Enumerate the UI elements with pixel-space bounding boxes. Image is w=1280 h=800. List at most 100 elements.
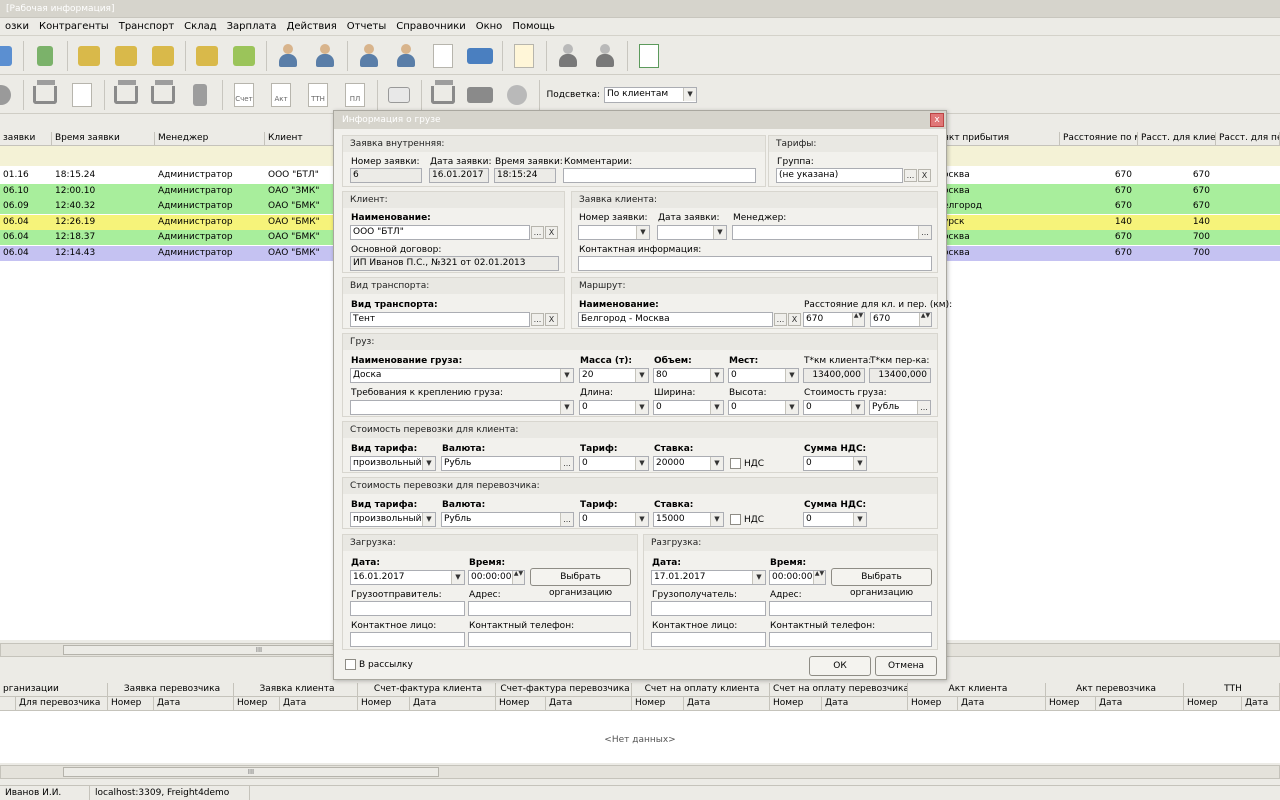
toolbar-button-mail[interactable] [384,80,414,110]
column-group-header[interactable]: Заявка перевозчика [108,683,234,697]
transport-type-field[interactable]: Тент [350,312,530,327]
loading-phone-field[interactable] [468,632,631,647]
carrier-rate-select[interactable]: 15000 ▼ [653,512,724,527]
chevron-down-icon[interactable]: ▼ [853,457,866,470]
chevron-down-icon[interactable]: ▼ [752,571,765,584]
menu-item-references[interactable]: Справочники [391,21,471,32]
toolbar-button-exit[interactable] [30,41,60,71]
toolbar-button-pl[interactable]: ПЛ [340,80,370,110]
unloading-contact-field[interactable] [651,632,766,647]
unloading-date-picker[interactable]: 17.01.2017 ▼ [651,570,766,585]
unloading-phone-field[interactable] [769,632,932,647]
toolbar-button-cart[interactable] [30,79,60,110]
chevron-down-icon[interactable]: ▼ [785,369,798,382]
client-tariff-select[interactable]: 0 ▼ [579,456,649,471]
column-header[interactable]: Дата [958,697,1046,711]
contact-info-field[interactable] [578,256,932,271]
column-header[interactable]: Номер [108,697,154,711]
ok-button[interactable]: ОК [809,656,871,676]
column-group-header[interactable]: ТТН [1184,683,1280,697]
toolbar-button-driver[interactable] [273,41,303,71]
chevron-down-icon[interactable]: ▼ [560,401,573,414]
tariff-group-select-button[interactable]: ... [904,169,917,182]
toolbar-button-cargo[interactable] [111,41,141,71]
toolbar-button-invoice[interactable]: Счет [229,80,259,110]
spin-arrows-icon[interactable]: ▲▼ [852,313,864,326]
toolbar-button-edit[interactable] [509,41,539,71]
cargo-name-select[interactable]: Доска ▼ [350,368,574,383]
column-header[interactable]: Дата [1242,697,1280,711]
client-request-date-select[interactable]: ▼ [657,225,727,240]
column-group-header[interactable]: Счет-фактура перевозчика [496,683,632,697]
column-group-header[interactable]: Счет-фактура клиента [358,683,496,697]
toolbar-button-report[interactable] [502,80,532,110]
client-vat-sum-select[interactable]: 0 ▼ [803,456,867,471]
chevron-down-icon[interactable]: ▼ [710,457,723,470]
carrier-currency-select-button[interactable]: ... [560,513,573,526]
column-header[interactable]: Номер [632,697,684,711]
menu-item-warehouse[interactable]: Склад [179,21,221,32]
spin-arrows-icon[interactable]: ▲▼ [919,313,931,326]
length-select[interactable]: 0 ▼ [579,400,649,415]
toolbar-button-cart-search[interactable] [428,79,458,110]
manager-select-button[interactable]: ... [918,226,931,239]
chevron-down-icon[interactable]: ▼ [636,226,649,239]
chevron-down-icon[interactable]: ▼ [635,457,648,470]
chevron-down-icon[interactable]: ▼ [853,513,866,526]
column-header-manager[interactable]: Менеджер [155,132,265,146]
tkm-carrier-field[interactable]: 13400,000 [869,368,931,383]
column-header-order-date[interactable]: заявки [0,132,52,146]
client-name-field[interactable]: ООО "БТЛ" [350,225,530,240]
carrier-tariff-type-select[interactable]: произвольный ▼ [350,512,436,527]
chevron-down-icon[interactable]: ▼ [422,457,435,470]
carrier-currency-field[interactable]: Рубль... [441,512,574,527]
tkm-client-field[interactable]: 13400,000 [803,368,865,383]
loading-address-field[interactable] [468,601,631,616]
comment-field[interactable] [563,168,756,183]
unloading-choose-organization-button[interactable]: Выбрать организацию [831,568,932,598]
toolbar-button-cargo-accept[interactable] [192,41,222,71]
cargo-cost-currency-field[interactable]: Рубль... [869,400,931,415]
carrier-tariff-select[interactable]: 0 ▼ [579,512,649,527]
toolbar-button-ttn[interactable]: ТТН [303,80,333,110]
menu-item-actions[interactable]: Действия [282,21,342,32]
transport-clear-icon[interactable]: X [545,313,558,326]
unloading-time-stepper[interactable]: 00:00:00 ▲▼ [769,570,826,585]
toolbar-button-act[interactable]: Акт [266,80,296,110]
shipper-field[interactable] [350,601,465,616]
fixing-requirements-select[interactable]: ▼ [350,400,574,415]
toolbar-button-cart-move[interactable] [148,79,178,110]
column-header[interactable]: Дата [280,697,358,711]
column-group-header[interactable]: Заявка клиента [234,683,358,697]
menu-item-window[interactable]: Окно [471,21,508,32]
toolbar-button-driver-2[interactable] [310,41,340,71]
toolbar-button-check-doc[interactable] [67,80,97,110]
volume-select[interactable]: 80 ▼ [653,368,724,383]
route-select-button[interactable]: ... [774,313,787,326]
spin-arrows-icon[interactable]: ▲▼ [813,571,825,584]
toolbar-button-cart-add[interactable] [111,79,141,110]
column-header[interactable]: Для перевозчика [16,697,108,711]
chevron-down-icon[interactable]: ▼ [710,401,723,414]
cargo-cost-select[interactable]: 0 ▼ [803,400,865,415]
chevron-down-icon[interactable]: ▼ [451,571,464,584]
route-clear-icon[interactable]: X [788,313,801,326]
route-distance-carrier-stepper[interactable]: 670 ▲▼ [870,312,932,327]
scrollbar-thumb[interactable]: III [63,767,439,777]
toolbar-button-manager[interactable] [354,41,384,71]
contract-field[interactable]: ИП Иванов П.С., №321 от 02.01.2013 [350,256,559,271]
tariff-group-field[interactable]: (не указана) [776,168,903,183]
toolbar-button-delete[interactable] [185,80,215,110]
column-header[interactable]: Дата [1096,697,1184,711]
column-header[interactable]: Дата [546,697,632,711]
tariff-group-clear-icon[interactable]: X [918,169,931,182]
menu-item-salary[interactable]: Зарплата [222,21,282,32]
order-date-field[interactable]: 16.01.2017 [429,168,489,183]
column-header[interactable]: Дата [822,697,908,711]
order-time-field[interactable]: 18:15:24 [494,168,556,183]
column-group-header[interactable]: Акт перевозчика [1046,683,1184,697]
carrier-vat-sum-select[interactable]: 0 ▼ [803,512,867,527]
toolbar-button-documents[interactable] [428,41,458,71]
client-rate-select[interactable]: 20000 ▼ [653,456,724,471]
order-number-field[interactable]: 6 [350,168,422,183]
